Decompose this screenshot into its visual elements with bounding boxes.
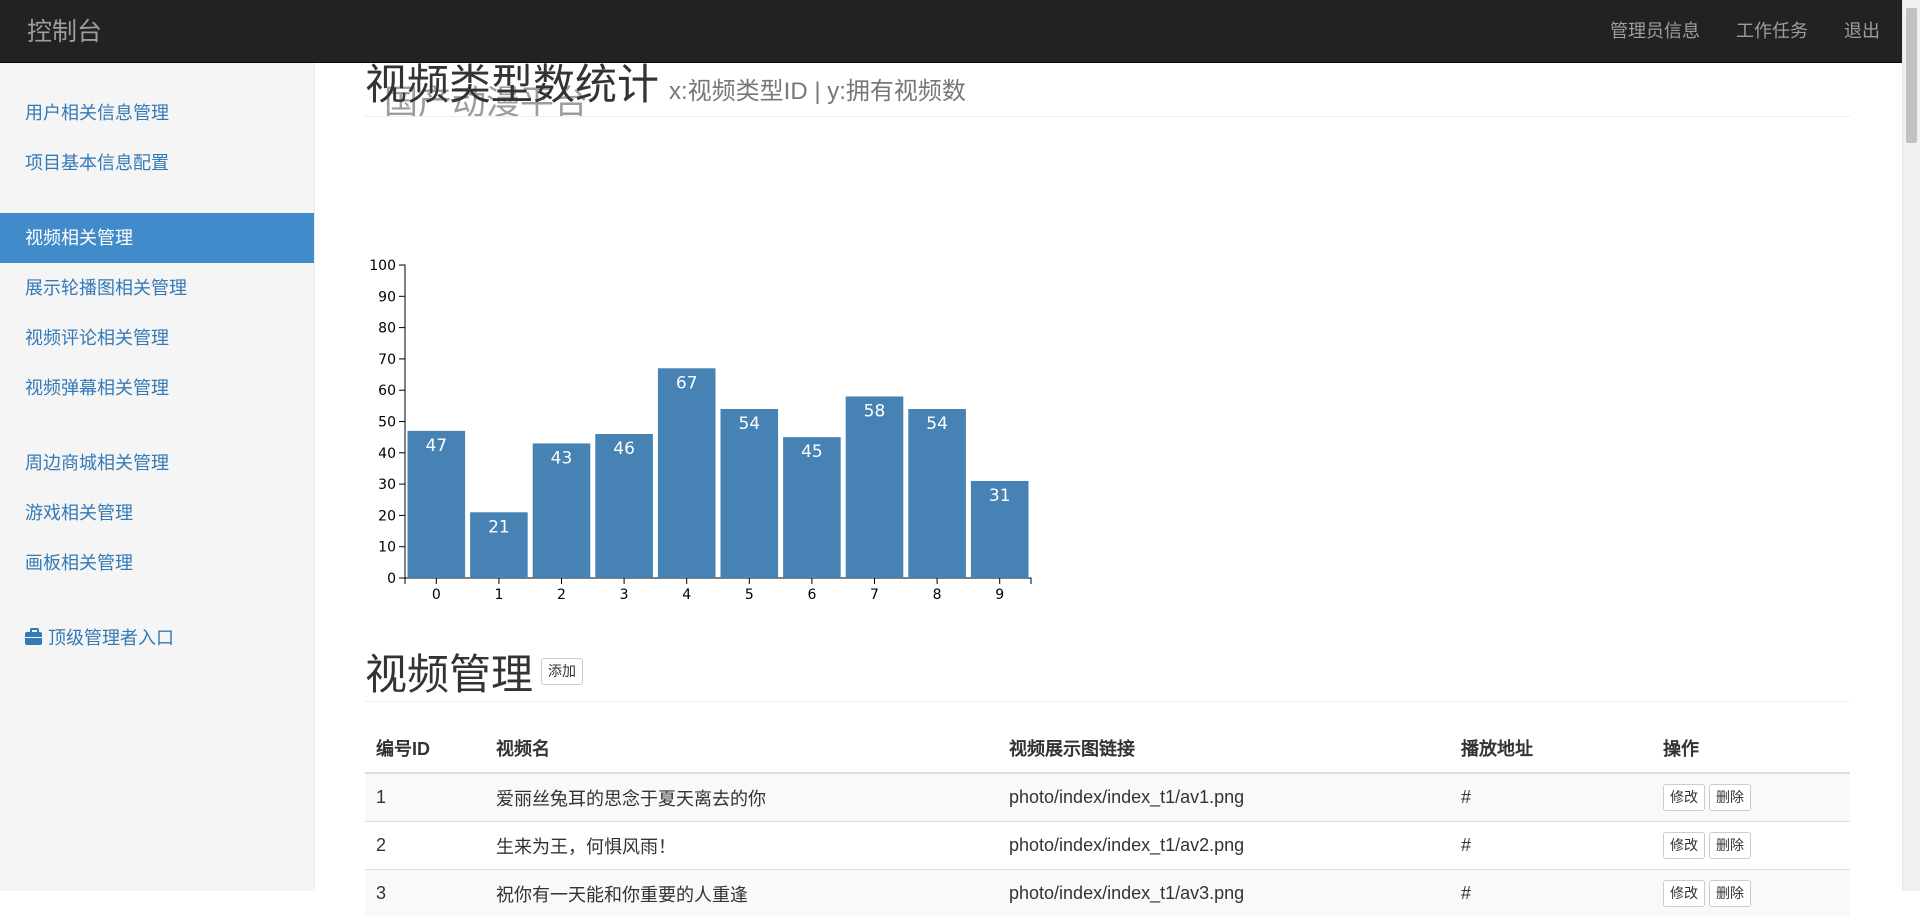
sidebar-group-2: 视频相关管理 展示轮播图相关管理 视频评论相关管理 视频弹幕相关管理 [0,213,314,413]
x-tick-label: 3 [620,587,629,603]
bar [721,409,779,578]
admin-entry-label: 顶级管理者入口 [48,628,174,648]
table-row: 1爱丽丝兔耳的思念于夏天离去的你photo/index/index_t1/av1… [365,773,1850,822]
stats-subtitle: x:视频类型ID | y:拥有视频数 [669,78,966,105]
y-tick-label: 80 [378,321,396,337]
y-tick-label: 40 [378,446,396,462]
cell-name: 生来为王，何惧风雨！ [485,822,998,870]
delete-button[interactable]: 删除 [1709,784,1751,810]
table-row: 2生来为王，何惧风雨！photo/index/index_t1/av2.png#… [365,822,1850,870]
x-tick-label: 7 [870,587,879,603]
cell-id: 2 [365,822,485,870]
stats-title: 视频类型数统计 [365,61,659,108]
brand-subtitle: 控制台 [27,18,102,46]
video-section-header: 视频管理添加 [365,641,1850,702]
x-tick-label: 8 [933,587,942,603]
x-tick-label: 6 [807,587,816,603]
sidebar-item-comments[interactable]: 视频评论相关管理 [0,313,314,363]
cell-image-link: photo/index/index_t1/av1.png [998,773,1450,822]
sidebar-item-carousel[interactable]: 展示轮播图相关管理 [0,263,314,313]
bar-value-label: 43 [551,448,573,468]
x-tick-label: 5 [745,587,754,603]
x-tick-label: 0 [432,587,441,603]
sidebar-item-project-config[interactable]: 项目基本信息配置 [0,138,314,188]
delete-button[interactable]: 删除 [1709,880,1751,906]
y-tick-label: 60 [378,383,396,399]
chart-svg: 0102030405060708090100012345678947214346… [365,190,1065,610]
y-tick-label: 0 [387,571,396,587]
cell-image-link: photo/index/index_t1/av2.png [998,822,1450,870]
cell-actions: 修改删除 [1652,870,1850,917]
table-row: 3祝你有一天能和你重要的人重逢photo/index/index_t1/av3.… [365,870,1850,917]
sidebar-item-danmaku[interactable]: 视频弹幕相关管理 [0,363,314,413]
x-tick-label: 9 [995,587,1004,603]
video-type-chart: 0102030405060708090100012345678947214346… [365,190,1065,615]
column-header-url[interactable]: 播放地址 [1450,724,1652,773]
briefcase-icon [25,632,42,645]
y-tick-label: 90 [378,289,396,305]
y-tick-label: 10 [378,540,396,556]
sidebar-item-admin-entry[interactable]: 顶级管理者入口 [0,613,314,663]
sidebar-group-4: 顶级管理者入口 [0,613,314,663]
bar-value-label: 47 [425,436,447,456]
cell-name: 祝你有一天能和你重要的人重逢 [485,870,998,917]
video-table-body: 1爱丽丝兔耳的思念于夏天离去的你photo/index/index_t1/av1… [365,773,1850,917]
y-tick-label: 20 [378,508,396,524]
sidebar-group-1: 用户相关信息管理 项目基本信息配置 [0,88,314,188]
cell-image-link: photo/index/index_t1/av3.png [998,870,1450,917]
delete-button[interactable]: 删除 [1709,832,1751,858]
cell-play-url: # [1450,822,1652,870]
bar-value-label: 58 [864,401,886,421]
sidebar-item-user-info[interactable]: 用户相关信息管理 [0,88,314,138]
column-header-name[interactable]: 视频名 [485,724,998,773]
sidebar-item-video[interactable]: 视频相关管理 [0,213,314,263]
bar-value-label: 46 [613,439,635,459]
cell-play-url: # [1450,870,1652,917]
sidebar-item-drawing-board[interactable]: 画板相关管理 [0,538,314,588]
sidebar-item-shop[interactable]: 周边商城相关管理 [0,438,314,488]
bar [908,409,966,578]
cell-id: 1 [365,773,485,822]
sidebar-item-games[interactable]: 游戏相关管理 [0,488,314,538]
x-tick-label: 4 [682,587,691,603]
video-table: 编号ID 视频名 视频展示图链接 播放地址 操作 1爱丽丝兔耳的思念于夏天离去的… [365,724,1850,917]
column-header-actions[interactable]: 操作 [1652,724,1850,773]
y-tick-label: 100 [369,258,396,274]
bar-value-label: 67 [676,373,698,393]
bar-value-label: 45 [801,442,823,462]
sidebar: 用户相关信息管理 项目基本信息配置 视频相关管理 展示轮播图相关管理 视频评论相… [0,63,315,891]
bar-value-label: 54 [738,414,760,434]
stats-header: 视频类型数统计 x:视频类型ID | y:拥有视频数 [365,51,1850,117]
column-header-image[interactable]: 视频展示图链接 [998,724,1450,773]
edit-button[interactable]: 修改 [1663,832,1705,858]
cell-id: 3 [365,870,485,917]
table-header-row: 编号ID 视频名 视频展示图链接 播放地址 操作 [365,724,1850,773]
bar [658,368,716,578]
column-header-id[interactable]: 编号ID [365,724,485,773]
x-tick-label: 1 [494,587,503,603]
brand[interactable]: 国产动漫平台控制台 [19,12,102,48]
sidebar-group-3: 周边商城相关管理 游戏相关管理 画板相关管理 [0,438,314,588]
add-video-button[interactable]: 添加 [541,658,583,684]
edit-button[interactable]: 修改 [1663,784,1705,810]
x-tick-label: 2 [557,587,566,603]
bar-value-label: 54 [926,414,948,434]
cell-actions: 修改删除 [1652,773,1850,822]
bar-value-label: 21 [488,517,510,537]
scrollbar-thumb[interactable] [1906,8,1917,143]
cell-name: 爱丽丝兔耳的思念于夏天离去的你 [485,773,998,822]
y-tick-label: 50 [378,415,396,431]
y-tick-label: 70 [378,352,396,368]
cell-actions: 修改删除 [1652,822,1850,870]
cell-play-url: # [1450,773,1652,822]
bar-value-label: 31 [989,486,1011,506]
edit-button[interactable]: 修改 [1663,880,1705,906]
vertical-scrollbar[interactable] [1902,0,1920,891]
video-section-title: 视频管理 [365,651,533,698]
y-tick-label: 30 [378,477,396,493]
bar [846,396,904,578]
